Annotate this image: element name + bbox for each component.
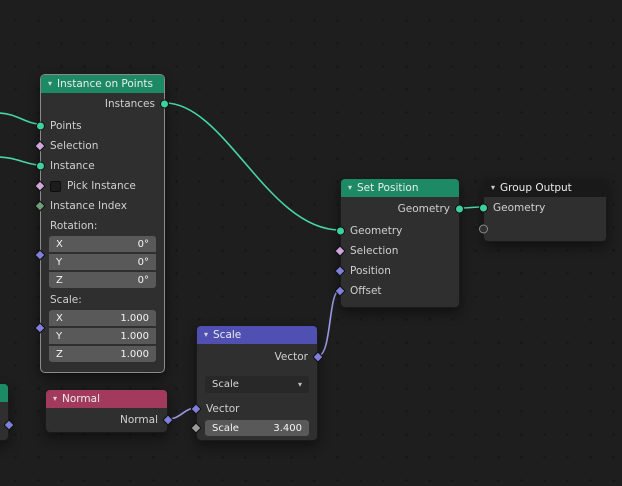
axis-value: 0° [137,256,149,268]
scale-vector-fields: X 1.000 Y 1.000 Z 1.000 [49,310,156,362]
node-header[interactable]: ▾ Group Output [484,179,606,197]
axis-value: 1.000 [120,348,149,360]
input-row-offset: Offset [334,281,459,301]
node-header[interactable]: ▾ Set Position [341,179,459,197]
collapse-chevron-icon[interactable]: ▾ [48,80,52,88]
output-row-normal: Normal [46,408,174,432]
input-label: Instance [50,160,95,172]
input-row-instance: Instance [36,156,164,176]
axis-label: Y [56,256,63,268]
virtual-input-socket[interactable] [479,224,488,234]
axis-value: 1.000 [120,330,149,342]
axis-label: Z [56,274,63,286]
node-header[interactable] [0,384,8,402]
input-label: Offset [350,285,382,297]
node-header[interactable]: ▾ Instance on Points [41,75,164,93]
scale-y-field[interactable]: Y 1.000 [49,328,156,344]
scale-section-label: Scale: [50,294,82,306]
axis-label: X [56,312,63,324]
scale-z-field[interactable]: Z 1.000 [49,346,156,362]
node-header[interactable]: ▾ Normal [46,390,167,408]
geometry-input-socket[interactable] [479,203,488,213]
output-row-instances: Instances [41,93,169,115]
instance-input-socket[interactable] [36,161,45,171]
input-row-position: Position [334,261,459,281]
input-row-geometry: Geometry [336,221,459,241]
rotation-x-field[interactable]: X 0° [49,236,156,252]
geometry-input-socket[interactable] [336,226,345,236]
output-label: Instances [104,98,155,110]
rotation-vector-fields: X 0° Y 0° Z 0° [49,236,156,288]
node-set-position[interactable]: ▾ Set Position Geometry Geometry Selecti… [334,178,464,308]
instances-output-socket[interactable] [160,99,169,109]
input-label: Geometry [350,225,403,237]
input-label: Pick Instance [67,180,136,192]
virtual-socket-row [479,219,606,239]
wire-instances-to-set-position-geometry[interactable] [164,102,341,231]
scale-value-field[interactable]: Scale 3.400 [205,420,309,436]
wire-left-to-instance[interactable] [0,156,41,166]
node-editor-canvas[interactable]: ▾ Instance on Points Instances Points Se… [0,0,622,486]
output-label: Geometry [397,203,450,215]
pick-instance-checkbox[interactable] [50,180,61,192]
wire-scale-to-offset[interactable] [317,289,341,357]
node-group-output[interactable]: ▾ Group Output Geometry [479,178,607,242]
axis-value: 0° [137,274,149,286]
input-row-selection: Selection [34,136,164,156]
scale-x-field[interactable]: X 1.000 [49,310,156,326]
axis-value: 1.000 [120,312,149,324]
input-row-vector: Vector [190,399,317,419]
output-label: Vector [274,351,308,363]
axis-label: X [56,238,63,250]
node-instance-on-points[interactable]: ▾ Instance on Points Instances Points Se… [34,74,169,373]
node-header[interactable]: ▾ Scale [197,326,317,344]
geometry-output-socket[interactable] [455,204,464,214]
node-scale[interactable]: ▾ Scale Vector Scale ▾ Vector Scale 3.40… [190,325,324,441]
input-label: Selection [350,245,399,257]
points-input-socket[interactable] [36,121,45,130]
field-label: Scale [212,422,239,434]
input-label: Geometry [493,202,546,214]
input-row-points: Points [36,115,164,136]
node-title: Group Output [500,182,572,194]
rotation-section-label: Rotation: [50,220,98,232]
dropdown-chevron-icon: ▾ [297,379,302,389]
input-row-geometry: Geometry [479,197,606,219]
wire-left-to-points[interactable] [0,112,41,125]
input-label: Vector [206,403,240,415]
collapse-chevron-icon[interactable]: ▾ [491,184,495,192]
rotation-y-field[interactable]: Y 0° [49,254,156,270]
input-label: Points [50,119,82,132]
field-value: 3.400 [273,422,302,434]
node-title: Normal [62,393,101,405]
collapse-chevron-icon[interactable]: ▾ [204,331,208,339]
node-title: Instance on Points [57,78,153,90]
input-label: Selection [50,140,99,152]
rotation-z-field[interactable]: Z 0° [49,272,156,288]
input-row-pick-instance: Pick Instance [34,176,164,196]
input-row-selection: Selection [334,241,459,261]
axis-value: 0° [137,238,149,250]
node-partial-offscreen[interactable] [0,383,15,441]
input-label: Instance Index [50,200,127,212]
node-title: Set Position [357,182,419,194]
axis-label: Z [56,348,63,360]
node-normal[interactable]: ▾ Normal Normal [45,389,174,433]
dropdown-value: Scale [212,379,239,390]
output-row-geometry: Geometry [341,197,464,221]
output-label: Normal [120,414,158,426]
input-label: Position [350,265,391,277]
collapse-chevron-icon[interactable]: ▾ [348,184,352,192]
node-title: Scale [213,329,242,341]
collapse-chevron-icon[interactable]: ▾ [53,395,57,403]
scale-mode-dropdown[interactable]: Scale ▾ [205,376,309,393]
axis-label: Y [56,330,63,342]
input-row-instance-index: Instance Index [34,196,164,216]
output-row-vector: Vector [197,344,324,370]
